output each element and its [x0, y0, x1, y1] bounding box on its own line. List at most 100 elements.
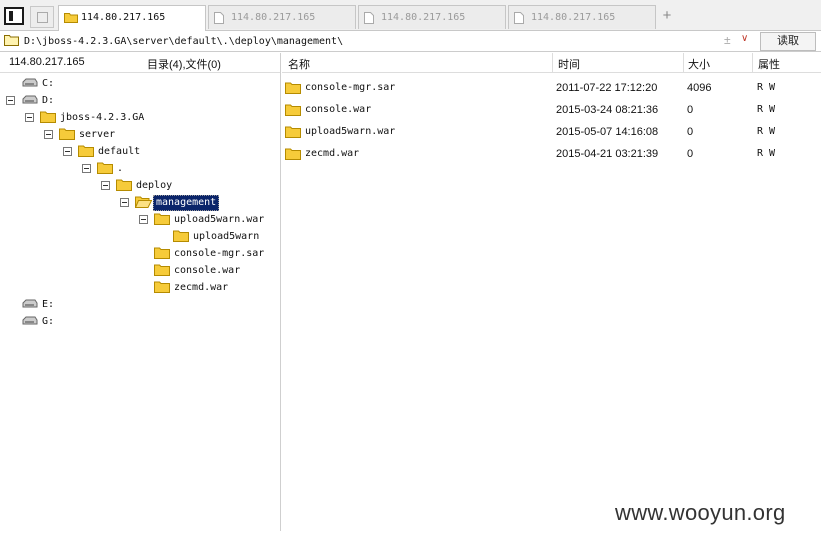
file-list-pane: 名称 时间 大小 属性 console-mgr.sar 2011-07-22 1… [282, 53, 821, 531]
document-icon [364, 12, 374, 24]
file-time: 2011-07-22 17:12:20 [556, 82, 658, 94]
collapse-icon[interactable] [44, 130, 53, 139]
file-size: 0 [687, 126, 694, 138]
counts-label: 目录(4),文件(0) [147, 59, 221, 71]
host-label: 114.80.217.165 [9, 56, 85, 68]
file-attr: R W [757, 126, 776, 137]
folder-icon [285, 126, 301, 138]
tree-label: zecmd.war [174, 282, 229, 293]
file-row[interactable]: console.war 2015-03-24 08:21:36 0 R W [282, 99, 821, 121]
tree-item-server[interactable]: server [0, 126, 280, 143]
tab-label: 114.80.217.165 [81, 12, 166, 23]
tree-item-upload5warn[interactable]: upload5warn [0, 228, 280, 245]
collapse-icon[interactable] [101, 181, 110, 190]
folder-icon [4, 35, 19, 46]
folder-icon [285, 82, 301, 94]
folder-icon [154, 247, 170, 259]
folder-icon [154, 264, 170, 276]
collapse-icon[interactable] [120, 198, 129, 207]
folder-icon [154, 213, 170, 225]
tree-label: console-mgr.sar [174, 248, 265, 259]
folder-icon [59, 128, 75, 140]
tab-bar: 114.80.217.165 114.80.217.165 114.80.217… [0, 0, 821, 31]
collapse-icon[interactable] [139, 215, 148, 224]
tree-label: G: [42, 316, 55, 327]
collapse-icon[interactable] [6, 96, 15, 105]
folder-icon [154, 281, 170, 293]
address-bar: D:\jboss-4.2.3.GA\server\default\.\deplo… [0, 31, 821, 52]
tab-1[interactable]: 114.80.217.165 [58, 5, 206, 31]
tree-item-zecmd[interactable]: zecmd.war [0, 279, 280, 296]
drive-icon [22, 299, 38, 308]
document-icon [214, 12, 224, 24]
tree-label-selected: management [153, 195, 220, 211]
tree-item-e[interactable]: E: [0, 296, 280, 313]
tree-label: upload5warn [193, 231, 260, 242]
tree-item-g[interactable]: G: [0, 313, 280, 330]
tree-item-d[interactable]: D: [0, 92, 280, 109]
file-name: upload5warn.war [305, 126, 396, 137]
file-time: 2015-04-21 03:21:39 [556, 148, 659, 160]
tab-label: 114.80.217.165 [531, 12, 616, 23]
file-row[interactable]: console-mgr.sar 2011-07-22 17:12:20 4096… [282, 77, 821, 99]
tree-label: console.war [174, 265, 241, 276]
tree-item-default[interactable]: default [0, 143, 280, 160]
column-time[interactable]: 时间 [558, 56, 580, 72]
directory-tree-pane: 114.80.217.165 目录(4),文件(0) C: D: jboss-4… [0, 53, 281, 531]
folder-icon [285, 104, 301, 116]
new-tab-button[interactable]: + [660, 8, 674, 23]
tree-item-jboss[interactable]: jboss-4.2.3.GA [0, 109, 280, 126]
file-size: 0 [687, 148, 694, 160]
collapse-icon[interactable] [25, 113, 34, 122]
collapse-icon[interactable] [82, 164, 91, 173]
chevron-down-icon[interactable]: ∨ [741, 33, 748, 44]
file-attr: R W [757, 82, 776, 93]
up-arrow-icon[interactable]: ± [724, 33, 731, 47]
folder-icon [285, 148, 301, 160]
collapse-icon[interactable] [63, 147, 72, 156]
folder-icon [40, 111, 56, 123]
folder-icon [116, 179, 132, 191]
tree-item-dot[interactable]: . [0, 160, 280, 177]
file-attr: R W [757, 148, 776, 159]
open-folder-icon [135, 196, 152, 208]
tree-label: jboss-4.2.3.GA [60, 112, 145, 123]
tree-item-management[interactable]: management [0, 194, 280, 211]
column-attr[interactable]: 属性 [758, 56, 780, 72]
file-size: 4096 [687, 82, 712, 94]
tree-label: deploy [136, 180, 173, 191]
tree-label: default [98, 146, 141, 157]
tree-label: . [117, 163, 124, 174]
watermark: www.wooyun.org [615, 500, 786, 525]
file-name: console.war [305, 104, 372, 115]
column-size[interactable]: 大小 [688, 56, 710, 72]
file-size: 0 [687, 104, 694, 116]
window-icon[interactable] [30, 6, 54, 28]
tab-2[interactable]: 114.80.217.165 [208, 5, 356, 29]
tree-item-console-mgr[interactable]: console-mgr.sar [0, 245, 280, 262]
tree-item-c[interactable]: C: [0, 75, 280, 92]
tab-4[interactable]: 114.80.217.165 [508, 5, 656, 29]
file-name: zecmd.war [305, 148, 360, 159]
tab-label: 114.80.217.165 [231, 12, 316, 23]
tree-label: server [79, 129, 116, 140]
read-button[interactable]: 读取 [760, 32, 816, 51]
tree-item-deploy[interactable]: deploy [0, 177, 280, 194]
tree-item-upload5warn-war[interactable]: upload5warn.war [0, 211, 280, 228]
folder-icon [78, 145, 94, 157]
tree-label: D: [42, 95, 55, 106]
tree-label: E: [42, 299, 55, 310]
file-row[interactable]: upload5warn.war 2015-05-07 14:16:08 0 R … [282, 121, 821, 143]
file-row[interactable]: zecmd.war 2015-04-21 03:21:39 0 R W [282, 143, 821, 165]
tree-label: C: [42, 78, 55, 89]
folder-icon [173, 230, 189, 242]
column-header: 名称 时间 大小 属性 [282, 53, 821, 73]
column-name[interactable]: 名称 [288, 56, 310, 72]
document-icon [514, 12, 524, 24]
file-time: 2015-05-07 14:16:08 [556, 126, 659, 138]
path-input[interactable]: D:\jboss-4.2.3.GA\server\default\.\deplo… [24, 34, 343, 49]
tab-3[interactable]: 114.80.217.165 [358, 5, 506, 29]
tree-item-console-war[interactable]: console.war [0, 262, 280, 279]
panel-toggle-icon[interactable] [4, 7, 24, 25]
file-name: console-mgr.sar [305, 82, 396, 93]
